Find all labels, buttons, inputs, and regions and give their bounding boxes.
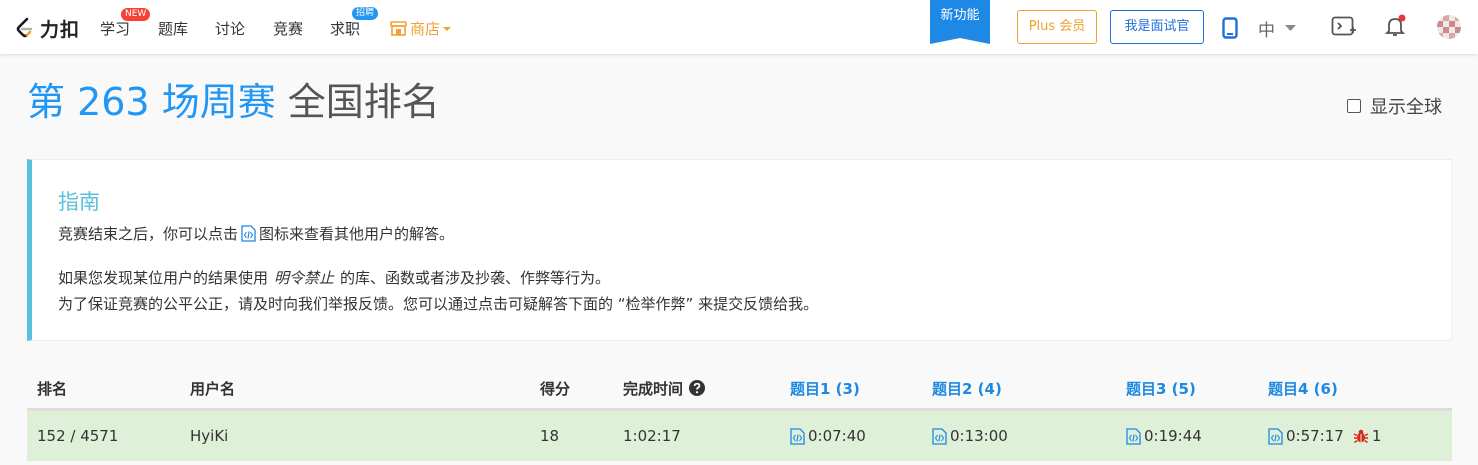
- nav-item-discuss[interactable]: 讨论: [215, 18, 245, 39]
- row-score: 18: [540, 427, 560, 445]
- top-navbar: 力扣 学习 NEW 题库 讨论 竞赛 求职 招聘 商店 新功能 Plus 会员 …: [0, 0, 1478, 54]
- guide-panel: 指南 竞赛结束之后，你可以点击 图标来查看其他用户的解答。 如果您发现某位用户的…: [27, 159, 1452, 341]
- wrong-attempt-count: 1: [1371, 427, 1382, 445]
- ribbon-tail: [930, 38, 990, 44]
- header-finish-time-label: 完成时间: [623, 379, 684, 398]
- code-file-icon[interactable]: [790, 427, 805, 445]
- guide-line-1: 竞赛结束之后，你可以点击 图标来查看其他用户的解答。: [58, 223, 454, 244]
- caret-down-icon: [443, 26, 452, 31]
- new-feature-ribbon[interactable]: 新功能: [930, 0, 990, 38]
- header-username: 用户名: [190, 379, 236, 398]
- hire-badge: 招聘: [352, 7, 379, 20]
- logo-text: 力扣: [40, 18, 81, 41]
- contest-name[interactable]: 第 263 场周赛: [27, 80, 276, 124]
- avatar[interactable]: [1437, 15, 1461, 39]
- code-file-icon: [241, 225, 256, 242]
- row-question-1[interactable]: 0:07:40: [790, 411, 866, 461]
- question-3-time: 0:19:44: [1144, 427, 1202, 445]
- nav-item-study[interactable]: 学习: [100, 18, 130, 39]
- row-rank: 152 / 4571: [37, 427, 119, 445]
- header-finish-time: 完成时间: [623, 368, 706, 408]
- bell-icon[interactable]: [1384, 14, 1408, 38]
- guide-title: 指南: [58, 190, 100, 214]
- table-row: 152 / 4571 HyiKi 18 1:02:17 0:07:40 0:13…: [27, 411, 1452, 461]
- header-rank: 排名: [37, 379, 68, 398]
- header-question-3[interactable]: 题目3 (5): [1126, 368, 1196, 408]
- plus-membership-button[interactable]: Plus 会员: [1017, 10, 1097, 44]
- show-global-label: 显示全球: [1370, 97, 1442, 118]
- guide-line-2-a: 如果您发现某位用户的结果使用: [58, 269, 269, 287]
- row-username[interactable]: HyiKi: [190, 411, 228, 461]
- language-label: 中: [1258, 21, 1275, 41]
- bug-icon: [1353, 429, 1369, 444]
- page-title: 第 263 场周赛 全国排名: [27, 78, 440, 126]
- nav-item-contest[interactable]: 竞赛: [273, 18, 303, 39]
- show-global-toggle[interactable]: 显示全球: [1347, 93, 1442, 119]
- header-question-4[interactable]: 题目4 (6): [1268, 368, 1338, 408]
- guide-line-2: 如果您发现某位用户的结果使用 明令禁止 的库、函数或者涉及抄袭、作弊等行为。: [58, 267, 610, 288]
- prohibited-text: 明令禁止: [274, 269, 335, 287]
- row-finish-time: 1:02:17: [623, 427, 681, 445]
- playground-icon[interactable]: [1331, 16, 1357, 38]
- header-question-1[interactable]: 题目1 (3): [790, 368, 860, 408]
- nav-item-store[interactable]: 商店: [390, 18, 452, 39]
- help-icon[interactable]: [689, 380, 706, 396]
- show-global-checkbox[interactable]: [1347, 99, 1361, 113]
- header-question-2[interactable]: 题目2 (4): [932, 368, 1002, 408]
- code-file-icon[interactable]: [1268, 427, 1283, 445]
- mobile-icon[interactable]: [1222, 17, 1238, 39]
- row-question-2[interactable]: 0:13:00: [932, 411, 1008, 461]
- language-selector[interactable]: 中: [1258, 16, 1296, 41]
- table-header-row: 排名 用户名 得分 完成时间 题目1 (3) 题目2 (4) 题目3 (5) 题…: [27, 368, 1452, 411]
- guide-line-1-b: 图标来查看其他用户的解答。: [259, 225, 455, 243]
- question-2-time: 0:13:00: [950, 427, 1008, 445]
- question-1-time: 0:07:40: [808, 427, 866, 445]
- new-badge: NEW: [121, 8, 151, 21]
- question-4-time: 0:57:17: [1286, 427, 1344, 445]
- guide-line-1-a: 竞赛结束之后，你可以点击: [58, 225, 239, 243]
- store-icon: [390, 21, 407, 36]
- guide-line-2-b: 的库、函数或者涉及抄袭、作弊等行为。: [340, 269, 611, 287]
- code-file-icon[interactable]: [932, 427, 947, 445]
- code-file-icon[interactable]: [1126, 427, 1141, 445]
- leetcode-logo[interactable]: 力扣: [14, 16, 81, 41]
- row-question-4[interactable]: 0:57:17 1: [1268, 411, 1381, 461]
- interviewer-button[interactable]: 我是面试官: [1110, 10, 1204, 44]
- nav-item-problems[interactable]: 题库: [158, 18, 188, 39]
- header-score: 得分: [540, 379, 571, 398]
- ranking-table: 排名 用户名 得分 完成时间 题目1 (3) 题目2 (4) 题目3 (5) 题…: [27, 368, 1452, 461]
- leetcode-logo-icon: [16, 17, 33, 38]
- nav-item-jobs[interactable]: 求职: [330, 18, 360, 39]
- store-label: 商店: [410, 20, 441, 38]
- ranking-label: 全国排名: [287, 80, 440, 124]
- caret-down-icon: [1285, 25, 1296, 31]
- guide-line-3: 为了保证竞赛的公平公正，请及时向我们举报反馈。您可以通过点击可疑解答下面的 “检…: [58, 295, 819, 313]
- row-question-3[interactable]: 0:19:44: [1126, 411, 1202, 461]
